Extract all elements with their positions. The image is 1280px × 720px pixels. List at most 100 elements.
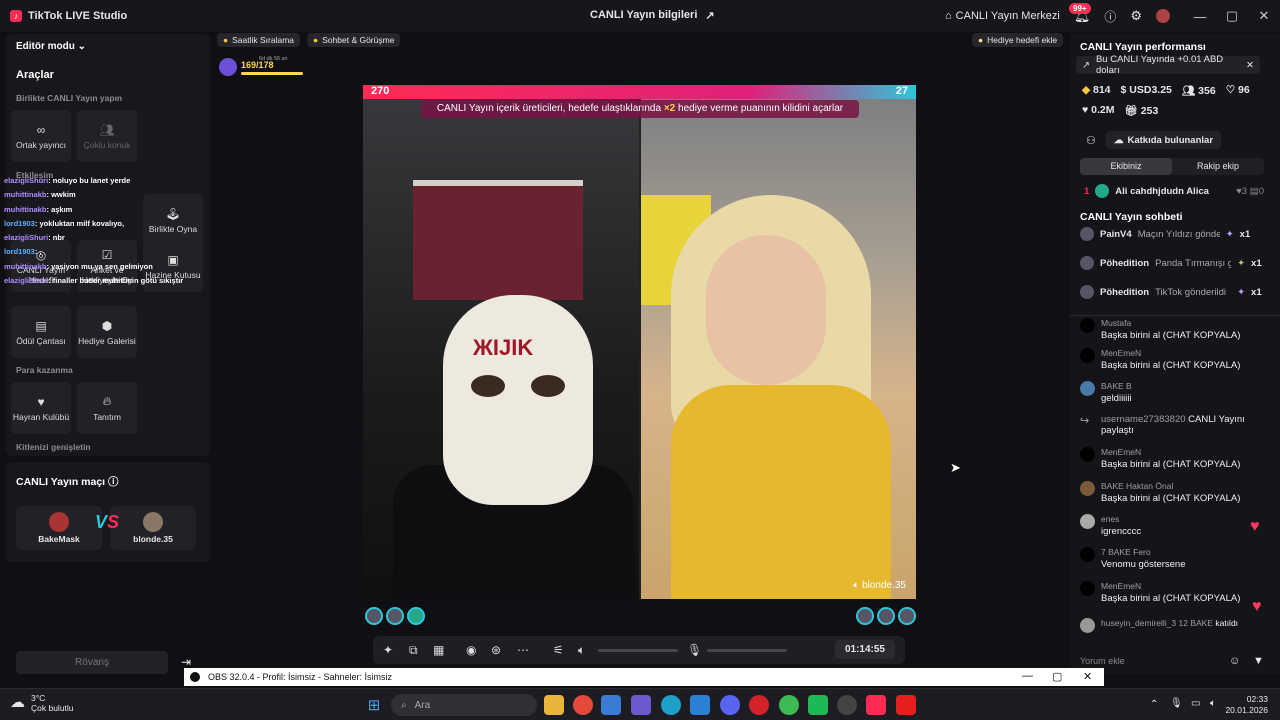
stream-controls: ✦ ⧉ ▦ ◉ ⊛ ⋯ ⚟ 🔈︎ 🎙︎ 01:14:55 <box>373 636 905 664</box>
score-left: 270 <box>371 85 390 97</box>
joystick-icon: 🕹︎ <box>165 206 181 221</box>
maximize-button[interactable]: ▢ <box>1216 8 1248 24</box>
file-explorer-icon[interactable] <box>544 695 564 715</box>
chat-message[interactable]: BAKE Haktan Önal Başka birini al (CHAT KO… <box>1080 481 1276 504</box>
taskbar-search[interactable]: ⌕ Ara <box>391 694 537 716</box>
spotify-icon[interactable] <box>808 695 828 715</box>
gift-gallery-button[interactable]: ⬢ Hediye Galerisi <box>77 306 137 358</box>
chat-message[interactable]: huseyin_demirelli_3 12 BAKE katıldı <box>1080 618 1276 633</box>
volume-slider[interactable] <box>598 649 678 652</box>
chat-icon: ● <box>313 35 319 45</box>
add-gift-goal-chip[interactable]: ● Hediye hedefi ekle <box>972 33 1064 47</box>
teams-icon[interactable] <box>631 695 651 715</box>
tiktok-taskbar-icon[interactable] <box>866 695 886 715</box>
host-supporters[interactable] <box>365 607 425 625</box>
contributors-button[interactable]: ☁ Katkıda bulunanlar <box>1106 131 1222 149</box>
overlay-chat-line: elazigliShuri: nbr <box>4 233 65 242</box>
chat-message[interactable]: ↪ username27383820 CANLI Yayını paylaştı <box>1080 414 1276 436</box>
chat-message[interactable]: MenEmeN Başka birini al (CHAT KOPYALA) <box>1080 447 1276 470</box>
layout-icon[interactable]: ⧉ <box>409 643 418 658</box>
minimize-button[interactable]: — <box>1184 9 1216 24</box>
camera-icon[interactable]: ⊛ <box>491 643 501 657</box>
chat-message[interactable]: BAKE Bgeldiiiiii <box>1080 381 1276 404</box>
promote-button[interactable]: 🔥︎ Tanıtım <box>77 382 137 434</box>
heart-icon: ♥ <box>1252 598 1262 615</box>
opponent-video <box>641 85 916 599</box>
chat-message[interactable]: 7 BAKE Fero Venomu göstersene <box>1080 547 1276 570</box>
tray-mic-icon[interactable]: 🎙︎ <box>1170 698 1183 709</box>
help-icon[interactable]: ⓘ <box>1104 8 1116 25</box>
youtube-icon[interactable] <box>896 695 916 715</box>
goal-icon <box>219 58 237 76</box>
reward-bag-button[interactable]: ▤ Ödül Çantası <box>11 306 71 358</box>
exit-icon[interactable]: ⇥ <box>181 655 191 669</box>
live-video-preview[interactable]: ЖIJIK 270 27 CANLI Yayın içerik üreticil… <box>363 85 916 599</box>
promote-label: Tanıtım <box>93 412 121 422</box>
co-host-button[interactable]: ∞ Ortak yayıncı <box>11 110 71 162</box>
network-icon[interactable]: ▭ <box>1191 698 1200 709</box>
avatar <box>49 512 69 532</box>
app-name: TikTok LIVE Studio <box>28 10 128 22</box>
store-icon[interactable] <box>601 695 621 715</box>
rematch-button[interactable]: Rövanş <box>16 651 168 674</box>
close-button[interactable]: ✕ <box>1248 8 1280 24</box>
player-card[interactable]: BakeMask <box>16 506 102 550</box>
profile-avatar[interactable] <box>1156 9 1170 23</box>
gear-icon[interactable]: ⚙ <box>1130 8 1142 24</box>
speaker-icon[interactable]: 🔈︎ <box>853 580 859 591</box>
chat-message[interactable]: MenEmeN Başka birini al (CHAT KOPYALA) <box>1080 581 1276 604</box>
stats-row-2: ♥ 0.2M 🎁︎ 253 <box>1082 104 1158 117</box>
chat-chip[interactable]: ● Sohbet & Görüşme <box>307 33 401 47</box>
volume-icon[interactable]: 🔈︎ <box>578 643 585 658</box>
chat-message[interactable]: enes igrencccc <box>1080 514 1276 537</box>
multi-guest-button[interactable]: 👥︎ Çoklu konuk <box>77 110 137 162</box>
obs-close-button[interactable]: ✕ <box>1083 670 1092 683</box>
obs-maximize-button[interactable]: ▢ <box>1052 670 1062 683</box>
filter-icon[interactable]: ▼ <box>1253 655 1264 667</box>
mail-icon[interactable] <box>690 695 710 715</box>
magic-wand-icon[interactable]: ✦ <box>383 643 393 657</box>
help-icon[interactable]: ⓘ <box>108 476 119 488</box>
close-icon[interactable]: ✕ <box>1246 60 1254 71</box>
edge-icon[interactable] <box>661 695 681 715</box>
live-info-button[interactable]: CANLI Yayın bilgileri ↗ <box>590 9 715 22</box>
system-clock[interactable]: 02:33 20.01.2026 <box>1225 694 1268 716</box>
tiktok-logo-icon: ♪ <box>10 10 22 22</box>
windows-start-icon[interactable]: ⊞ <box>364 695 384 715</box>
add-user-icon[interactable]: ⚇ <box>1086 134 1096 147</box>
discord-icon[interactable] <box>720 695 740 715</box>
likes-small-stat: ♡ 96 <box>1225 84 1250 96</box>
opponent-supporters[interactable] <box>856 607 916 625</box>
speaker-tray-icon[interactable]: 🔈︎ <box>1210 698 1216 709</box>
live-center-button[interactable]: ⌂ CANLI Yayın Merkezi <box>945 10 1060 22</box>
contributor-row[interactable]: 1 Ali cahdhjdudn Alica ♥3 ▤0 <box>1084 184 1264 198</box>
obs-minimize-button[interactable]: — <box>1022 670 1033 682</box>
editor-mode-dropdown[interactable]: Editör modu ⌄ <box>16 41 86 52</box>
mic-icon[interactable]: 🎙︎ <box>687 643 702 657</box>
chrome-icon[interactable] <box>573 695 593 715</box>
tray-chevron-icon[interactable]: ⌃ <box>1150 699 1158 710</box>
chat-message[interactable]: MenEmeN Başka birini al (CHAT KOPYALA) <box>1080 348 1276 371</box>
player-card[interactable]: blonde.35 <box>110 506 196 550</box>
mic-slider[interactable] <box>707 649 787 652</box>
hourly-ranking-chip[interactable]: ● Saatlik Sıralama <box>217 33 301 47</box>
tools-title: Araçlar <box>16 69 54 81</box>
tab-rival[interactable]: Rakip ekip <box>1172 158 1264 175</box>
scene-icon[interactable]: ▦ <box>433 643 444 657</box>
emoji-icon[interactable]: ☺ <box>1229 655 1240 667</box>
fan-club-button[interactable]: ♥ Hayran Kulübü <box>11 382 71 434</box>
weather-widget[interactable]: ☁ 3°C Çok bulutlu <box>10 693 74 713</box>
obs-taskbar-icon[interactable] <box>837 695 857 715</box>
gift-icon: ✦ <box>1225 228 1234 240</box>
record-icon[interactable]: ◉ <box>466 643 476 657</box>
tab-team[interactable]: Ekibiniz <box>1080 158 1172 175</box>
settings-sliders-icon[interactable]: ⚟ <box>553 643 564 657</box>
play-together-button[interactable]: 🕹︎ Birlikte Oyna <box>143 194 203 246</box>
obs-logo-icon <box>190 672 200 682</box>
chat-message[interactable]: Mustafa Başka birini al (CHAT KOPYALA) <box>1080 318 1276 341</box>
opera-icon[interactable] <box>749 695 769 715</box>
obs-window-bar[interactable]: OBS 32.0.4 - Profil: İsimsiz - Sahneler:… <box>184 668 1104 686</box>
heart-icon: ♥ <box>37 394 45 409</box>
chrome-alt-icon[interactable] <box>779 695 799 715</box>
more-icon[interactable]: ⋯ <box>517 643 529 657</box>
